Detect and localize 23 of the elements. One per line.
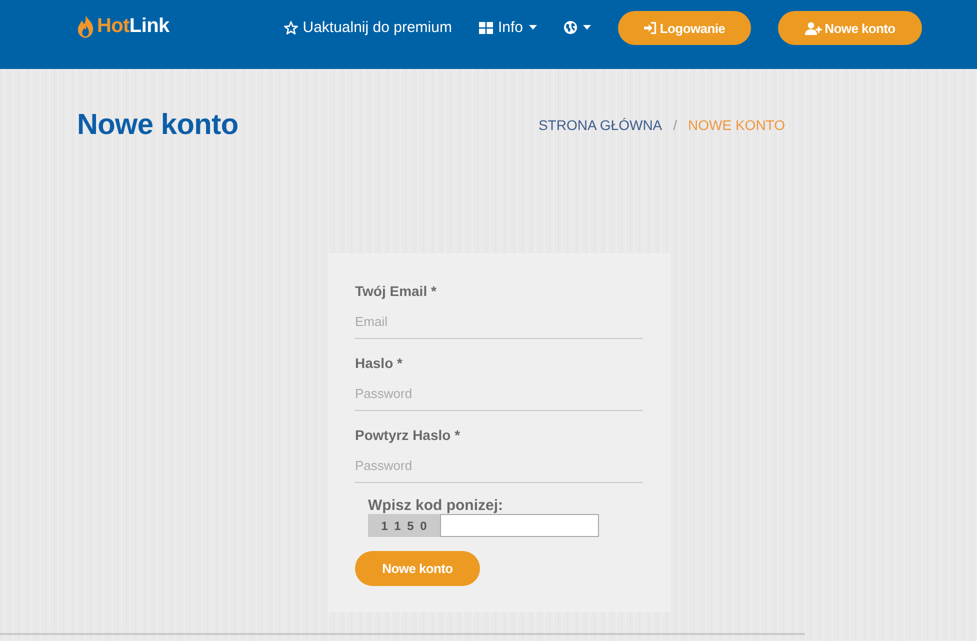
captcha-code: 1 1 5 0 [368,514,440,537]
breadcrumb-link[interactable]: STRONA GŁÓWNA [538,117,662,133]
input-field[interactable]: Password [355,449,643,483]
grid-icon [478,22,493,34]
star-icon [284,20,298,34]
flame-icon [77,14,94,38]
breadcrumb-current: NOWE KONTO [688,117,785,133]
field-label: Haslo * [355,354,404,372]
field-label: Twój Email * [355,282,438,300]
language-menu[interactable] [564,21,591,34]
globe-icon [564,21,577,34]
info-menu[interactable]: Info [478,19,537,36]
captcha-input[interactable] [440,514,599,537]
breadcrumb-separator: / [673,117,678,133]
premium-link[interactable]: Uaktualnij do premium [284,19,452,36]
input-field[interactable]: Password [355,377,643,411]
input-field[interactable]: Email [355,305,643,339]
sign-in-icon [644,22,657,34]
field-label: Powtyrz Haslo * [355,426,462,444]
captcha-label: Wpisz kod ponizej: [368,497,504,514]
user-plus-icon [804,22,822,34]
page-title: Nowe konto [77,108,238,143]
logo-link[interactable]: HotLink [77,11,170,41]
